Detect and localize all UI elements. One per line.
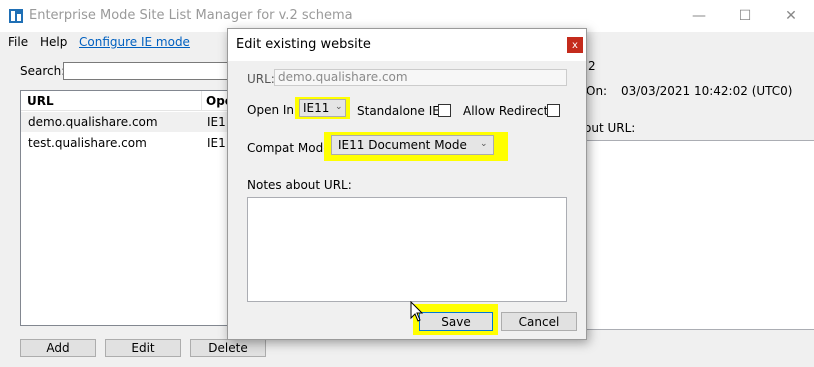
search-input[interactable] — [63, 62, 243, 80]
version-label: 2 — [588, 59, 596, 73]
column-separator[interactable] — [201, 91, 202, 111]
minimize-button[interactable]: — — [676, 0, 722, 32]
status-strip — [0, 358, 814, 367]
app-icon — [9, 9, 23, 23]
compat-mode-value: IE11 Document Mode — [338, 138, 467, 152]
list-header: URL Ope — [21, 91, 234, 111]
main-notes-box — [575, 140, 814, 330]
edit-website-dialog: Edit existing website x URL: demo.qualis… — [227, 28, 587, 340]
compat-mode-select[interactable]: IE11 Document Mode ⌄ — [331, 135, 494, 155]
add-button[interactable]: Add — [20, 339, 96, 357]
table-row[interactable]: demo.qualishare.com IE1 — [21, 112, 234, 132]
modified-label: On: — [586, 84, 608, 98]
row-open-in: IE1 — [207, 136, 226, 150]
allow-redirect-label: Allow Redirect: — [463, 104, 553, 118]
site-list[interactable]: URL Ope demo.qualishare.com IE1 test.qua… — [20, 90, 235, 326]
row-open-in: IE1 — [207, 115, 226, 129]
dialog-title-bar: Edit existing website x — [228, 29, 586, 61]
delete-button[interactable]: Delete — [190, 339, 266, 357]
menu-file[interactable]: File — [8, 35, 28, 49]
open-in-select[interactable]: IE11 ⌄ — [299, 99, 346, 117]
column-header-url[interactable]: URL — [27, 94, 54, 108]
url-label: URL: — [247, 72, 275, 86]
dialog-title: Edit existing website — [236, 37, 371, 52]
save-button[interactable]: Save — [419, 312, 493, 331]
cancel-button[interactable]: Cancel — [501, 312, 577, 331]
search-label: Search: — [20, 64, 66, 78]
menu-help[interactable]: Help — [40, 35, 67, 49]
modified-value: 03/03/2021 10:42:02 (UTC0) — [621, 84, 793, 98]
edit-button[interactable]: Edit — [105, 339, 181, 357]
mouse-cursor-icon — [410, 301, 424, 322]
dialog-close-button[interactable]: x — [567, 37, 583, 53]
window-title: Enterprise Mode Site List Manager for v.… — [29, 8, 353, 23]
row-url: demo.qualishare.com — [28, 115, 158, 129]
configure-ie-mode-link[interactable]: Configure IE mode — [79, 35, 190, 49]
allow-redirect-checkbox[interactable] — [547, 104, 560, 117]
chevron-down-icon: ⌄ — [335, 102, 343, 112]
close-window-button[interactable]: ✕ — [768, 0, 814, 32]
maximize-button[interactable]: ☐ — [722, 0, 768, 32]
notes-about-url-label: out URL: — [584, 121, 636, 135]
open-in-label: Open In: — [247, 103, 299, 117]
table-row[interactable]: test.qualishare.com IE1 — [21, 133, 234, 153]
open-in-value: IE11 — [303, 101, 330, 115]
standalone-ie-checkbox[interactable] — [438, 104, 451, 117]
notes-label: Notes about URL: — [247, 178, 352, 192]
notes-textarea[interactable] — [247, 197, 567, 302]
compat-mode-label: Compat Mode: — [247, 141, 335, 155]
standalone-ie-label: Standalone IE: — [357, 104, 444, 118]
row-url: test.qualishare.com — [28, 136, 147, 150]
url-field[interactable]: demo.qualishare.com — [274, 69, 567, 86]
chevron-down-icon: ⌄ — [480, 139, 488, 149]
